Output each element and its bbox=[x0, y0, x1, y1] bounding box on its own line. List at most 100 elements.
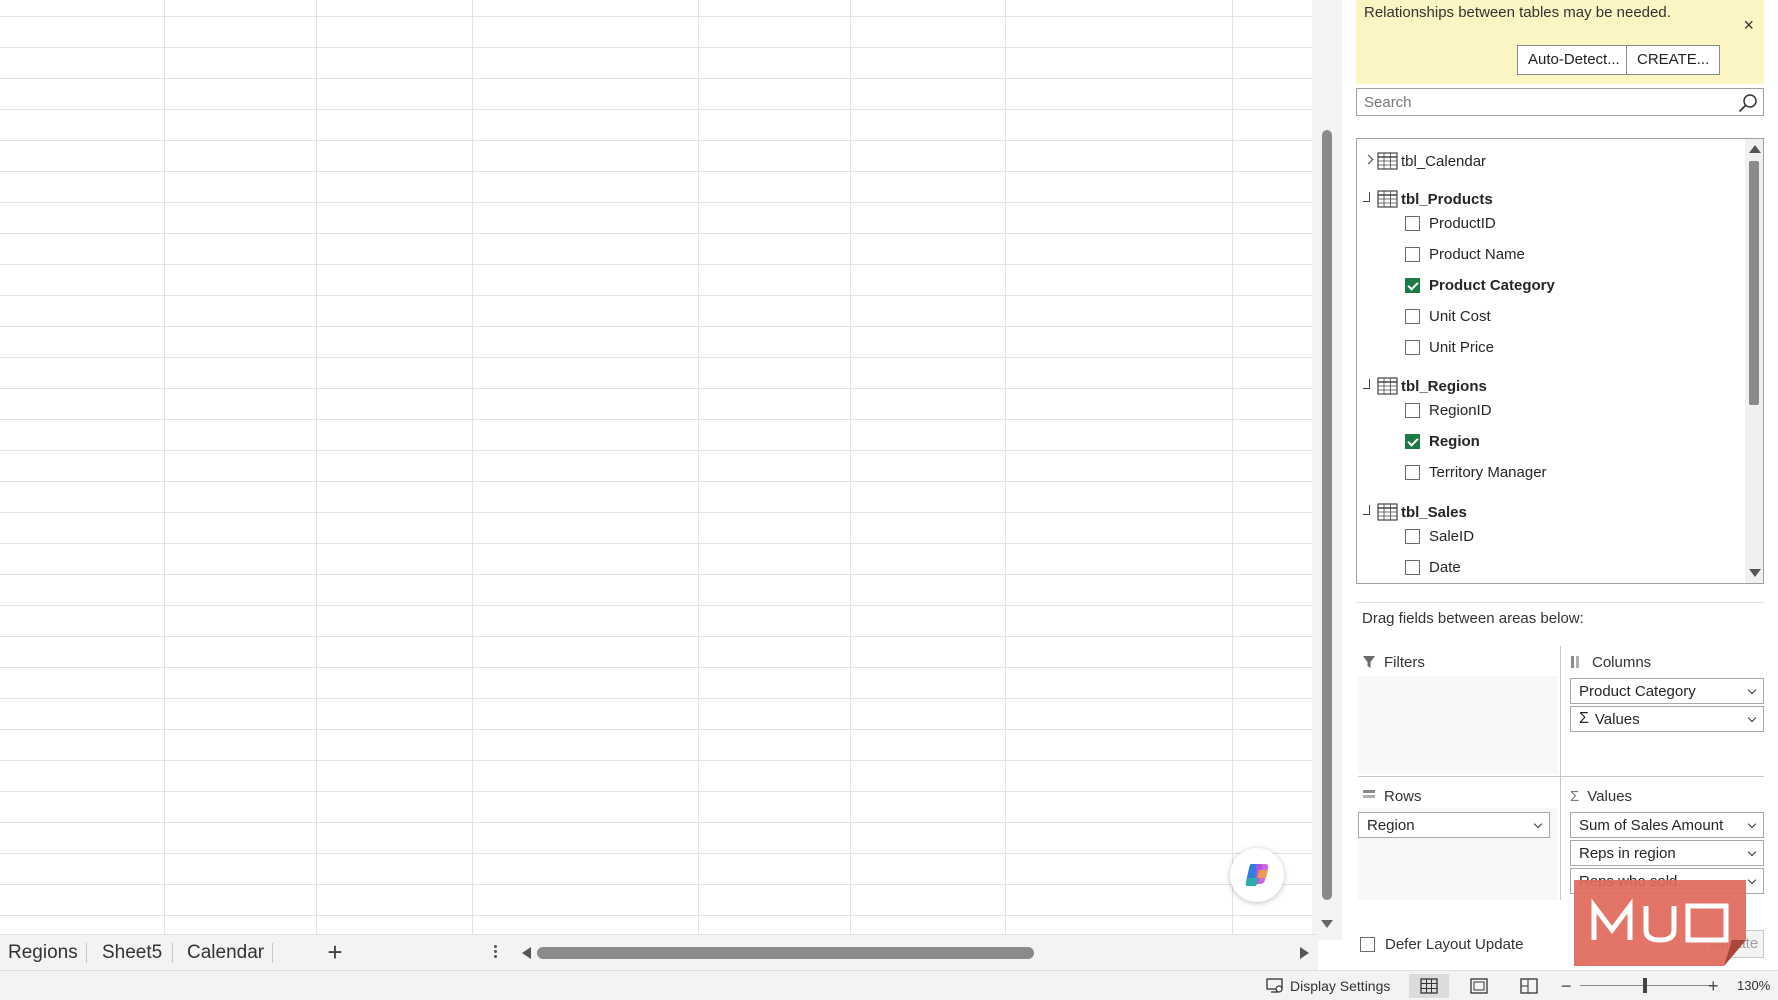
field-list-scrollbar[interactable] bbox=[1745, 139, 1763, 583]
scroll-right-arrow-icon[interactable] bbox=[1300, 947, 1309, 959]
table-icon bbox=[1377, 190, 1398, 208]
vertical-scroll-thumb[interactable] bbox=[1322, 130, 1332, 900]
search-icon[interactable] bbox=[1737, 92, 1759, 114]
field-territory-manager[interactable]: Territory Manager bbox=[1405, 460, 1547, 484]
close-icon[interactable]: × bbox=[1743, 16, 1754, 34]
auto-detect-button[interactable]: Auto-Detect... bbox=[1517, 45, 1631, 75]
row-field-region[interactable]: Region bbox=[1358, 812, 1550, 838]
column-gridline bbox=[1232, 0, 1233, 934]
add-sheet-button[interactable]: + bbox=[320, 935, 350, 971]
display-settings-button[interactable]: Display Settings bbox=[1266, 971, 1390, 1000]
defer-layout-update[interactable]: Defer Layout Update bbox=[1360, 936, 1523, 953]
field-name: Unit Cost bbox=[1429, 307, 1491, 325]
field-product-category[interactable]: Product Category bbox=[1405, 273, 1555, 297]
collapse-chevron-icon[interactable] bbox=[1357, 501, 1377, 523]
table-name: tbl_Regions bbox=[1401, 377, 1487, 395]
collapse-chevron-icon[interactable] bbox=[1357, 375, 1377, 397]
display-settings-label: Display Settings bbox=[1290, 978, 1391, 994]
scroll-down-arrow-icon[interactable] bbox=[1321, 920, 1333, 928]
column-gridline bbox=[850, 0, 851, 934]
chevron-down-icon[interactable] bbox=[1747, 847, 1757, 857]
sheet-tab-calendar[interactable]: Calendar bbox=[181, 935, 270, 971]
field-regionid[interactable]: RegionID bbox=[1405, 398, 1492, 422]
table-tbl-sales[interactable]: tbl_Sales bbox=[1357, 501, 1467, 523]
column-gridline bbox=[316, 0, 317, 934]
field-checkbox-checked[interactable] bbox=[1405, 433, 1420, 449]
field-cut-off[interactable] bbox=[1405, 583, 1429, 584]
field-list[interactable]: tbl_Calendar tbl_Products ProductID Prod… bbox=[1356, 138, 1764, 584]
page-break-view-button[interactable] bbox=[1509, 974, 1549, 998]
field-checkbox[interactable] bbox=[1405, 339, 1420, 355]
field-checkbox[interactable] bbox=[1405, 528, 1420, 544]
field-search-input[interactable]: Search bbox=[1356, 88, 1764, 116]
field-name: Product Category bbox=[1429, 276, 1555, 294]
field-productid[interactable]: ProductID bbox=[1405, 211, 1496, 235]
zoom-slider-thumb[interactable] bbox=[1643, 978, 1647, 993]
values-label: Values bbox=[1587, 787, 1633, 805]
field-unit-cost[interactable]: Unit Cost bbox=[1405, 304, 1491, 328]
collapse-chevron-icon[interactable] bbox=[1357, 188, 1377, 210]
display-settings-icon bbox=[1266, 978, 1283, 993]
chevron-down-icon[interactable] bbox=[1747, 685, 1757, 695]
table-name: tbl_Sales bbox=[1401, 503, 1467, 521]
muo-logo bbox=[1574, 880, 1746, 966]
field-checkbox[interactable] bbox=[1405, 308, 1420, 324]
field-date[interactable]: Date bbox=[1405, 555, 1461, 579]
normal-view-button[interactable] bbox=[1409, 974, 1449, 998]
rows-label: Rows bbox=[1384, 787, 1422, 805]
zoom-in-button[interactable]: + bbox=[1708, 974, 1719, 998]
chip-label: Product Category bbox=[1579, 682, 1696, 700]
copilot-button[interactable] bbox=[1230, 848, 1284, 902]
filters-drop-zone[interactable] bbox=[1358, 676, 1558, 774]
values-area-header: Σ Values bbox=[1570, 784, 1632, 808]
relationships-notice: Relationships between tables may be need… bbox=[1356, 0, 1764, 84]
vertical-scrollbar[interactable] bbox=[1312, 0, 1342, 940]
expand-chevron-icon[interactable] bbox=[1357, 150, 1377, 172]
worksheet-grid[interactable] bbox=[0, 0, 1312, 934]
chevron-down-icon[interactable] bbox=[1533, 819, 1543, 829]
table-icon bbox=[1377, 377, 1398, 395]
field-region[interactable]: Region bbox=[1405, 429, 1480, 453]
divider bbox=[1356, 602, 1764, 603]
field-name: Unit Price bbox=[1429, 338, 1495, 356]
scroll-up-arrow-icon[interactable] bbox=[1749, 145, 1761, 153]
field-name: Product Name bbox=[1429, 245, 1525, 263]
table-tbl-regions[interactable]: tbl_Regions bbox=[1357, 375, 1487, 397]
search-placeholder: Search bbox=[1364, 94, 1412, 111]
table-tbl-calendar[interactable]: tbl_Calendar bbox=[1357, 150, 1486, 172]
field-checkbox[interactable] bbox=[1405, 464, 1420, 480]
column-field-values[interactable]: Σ Values bbox=[1570, 706, 1764, 732]
value-field-sum-of-sales-amount[interactable]: Sum of Sales Amount bbox=[1570, 812, 1764, 838]
zoom-out-button[interactable]: − bbox=[1561, 974, 1572, 998]
field-unit-price[interactable]: Unit Price bbox=[1405, 335, 1494, 359]
scroll-left-arrow-icon[interactable] bbox=[522, 947, 531, 959]
chevron-down-icon[interactable] bbox=[1747, 875, 1757, 885]
table-tbl-products[interactable]: tbl_Products bbox=[1357, 188, 1493, 210]
field-product-name[interactable]: Product Name bbox=[1405, 242, 1525, 266]
field-checkbox[interactable] bbox=[1405, 215, 1420, 231]
field-saleid[interactable]: SaleID bbox=[1405, 524, 1474, 548]
field-checkbox[interactable] bbox=[1405, 402, 1420, 418]
field-list-scroll-thumb[interactable] bbox=[1749, 161, 1759, 405]
scroll-down-arrow-icon[interactable] bbox=[1749, 569, 1761, 577]
area-divider-horizontal bbox=[1358, 776, 1764, 777]
chevron-down-icon[interactable] bbox=[1747, 713, 1757, 723]
columns-icon bbox=[1571, 656, 1579, 668]
field-checkbox[interactable] bbox=[1405, 246, 1420, 262]
field-name: Region bbox=[1429, 432, 1480, 450]
sigma-icon: Σ bbox=[1570, 787, 1580, 805]
sheet-tab-sheet5[interactable]: Sheet5 bbox=[96, 935, 168, 971]
zoom-level[interactable]: 130% bbox=[1737, 971, 1770, 1000]
column-field-product-category[interactable]: Product Category bbox=[1570, 678, 1764, 704]
field-checkbox-checked[interactable] bbox=[1405, 277, 1420, 293]
more-options-icon[interactable] bbox=[490, 943, 500, 963]
horizontal-scroll-thumb[interactable] bbox=[537, 947, 1034, 959]
field-checkbox[interactable] bbox=[1405, 559, 1420, 575]
sheet-tab-regions[interactable]: Regions bbox=[2, 935, 84, 971]
defer-checkbox[interactable] bbox=[1360, 937, 1375, 952]
table-name: tbl_Products bbox=[1401, 190, 1493, 208]
page-layout-view-button[interactable] bbox=[1459, 974, 1499, 998]
chevron-down-icon[interactable] bbox=[1747, 819, 1757, 829]
create-relationship-button[interactable]: CREATE... bbox=[1626, 45, 1721, 75]
value-field-reps-in-region[interactable]: Reps in region bbox=[1570, 840, 1764, 866]
